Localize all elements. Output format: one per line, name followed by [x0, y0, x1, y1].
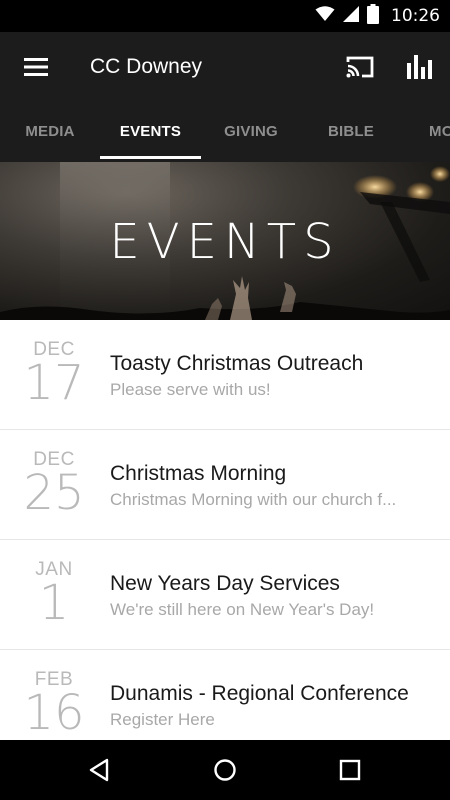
menu-icon[interactable]	[14, 45, 58, 89]
event-subtitle: We're still here on New Year's Day!	[110, 600, 375, 619]
battery-icon	[367, 3, 379, 29]
cell-signal-icon	[343, 5, 359, 27]
tab-bible[interactable]: BIBLE	[301, 102, 401, 162]
tab-events[interactable]: EVENTS	[100, 102, 201, 162]
event-day: 25	[23, 465, 85, 521]
cast-icon[interactable]	[338, 45, 382, 89]
event-title: Toasty Christmas Outreach	[110, 352, 364, 375]
event-subtitle: Please serve with us!	[110, 380, 271, 399]
event-date: FEB 16	[14, 670, 94, 740]
event-row[interactable]: FEB 16 Dunamis - Regional Conference Reg…	[0, 650, 450, 740]
tab-giving[interactable]: GIVING	[201, 102, 301, 162]
status-time: 10:26	[391, 6, 440, 26]
events-hero-banner: EVENTS	[0, 162, 450, 320]
tab-more[interactable]: MO	[401, 102, 450, 162]
status-bar: 10:26	[0, 0, 450, 32]
event-row[interactable]: DEC 25 Christmas Morning Christmas Morni…	[0, 430, 450, 540]
app-title: CC Downey	[90, 55, 203, 78]
event-title: New Years Day Services	[110, 572, 340, 595]
event-day: 1	[38, 575, 70, 631]
event-date: DEC 17	[14, 340, 94, 411]
event-row[interactable]: JAN 1 New Years Day Services We're still…	[0, 540, 450, 650]
event-day: 17	[23, 355, 85, 411]
back-icon[interactable]	[76, 748, 122, 792]
recents-icon[interactable]	[327, 748, 373, 792]
event-date: DEC 25	[14, 450, 94, 521]
event-subtitle: Register Here	[110, 710, 215, 729]
tab-bar: MEDIA EVENTS GIVING BIBLE MO	[0, 102, 450, 162]
system-nav-bar	[0, 740, 450, 800]
event-date: JAN 1	[14, 560, 94, 631]
event-day: 16	[23, 685, 85, 740]
tab-active-indicator	[100, 156, 201, 159]
wifi-icon	[315, 5, 335, 27]
event-subtitle: Christmas Morning with our church f...	[110, 490, 397, 509]
tab-media[interactable]: MEDIA	[0, 102, 100, 162]
bar-chart-icon[interactable]	[398, 45, 442, 89]
event-row[interactable]: DEC 17 Toasty Christmas Outreach Please …	[0, 320, 450, 430]
status-icons: 10:26	[315, 0, 440, 32]
event-title: Christmas Morning	[110, 462, 287, 485]
home-icon[interactable]	[202, 748, 248, 792]
app-bar: CC Downey	[0, 32, 450, 102]
events-list: DEC 17 Toasty Christmas Outreach Please …	[0, 320, 450, 740]
event-title: Dunamis - Regional Conference	[110, 682, 409, 705]
hero-title: EVENTS	[109, 214, 341, 270]
